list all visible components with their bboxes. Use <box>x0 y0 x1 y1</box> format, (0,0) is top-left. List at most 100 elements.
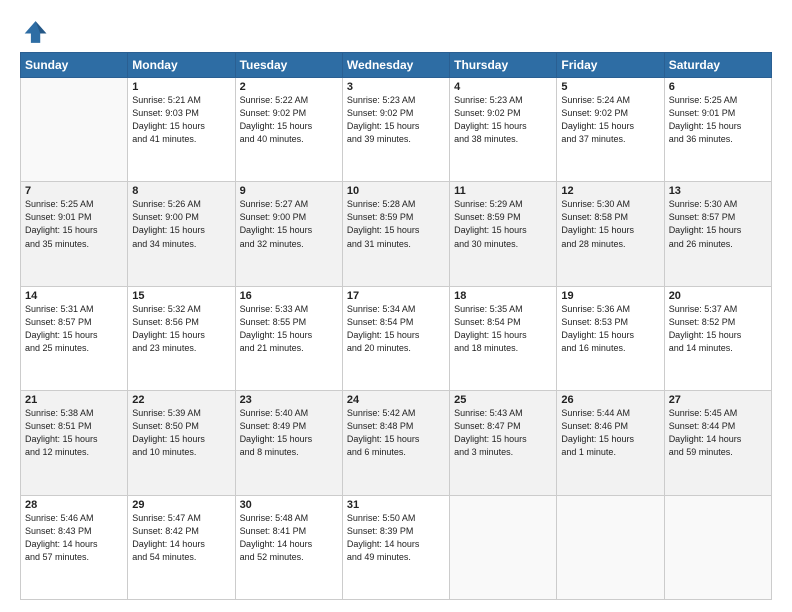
weekday-header: Saturday <box>664 53 771 78</box>
day-number: 9 <box>240 185 338 197</box>
day-detail: Sunrise: 5:43 AM Sunset: 8:47 PM Dayligh… <box>454 407 552 459</box>
weekday-header: Tuesday <box>235 53 342 78</box>
day-detail: Sunrise: 5:25 AM Sunset: 9:01 PM Dayligh… <box>25 198 123 250</box>
day-detail: Sunrise: 5:35 AM Sunset: 8:54 PM Dayligh… <box>454 303 552 355</box>
day-detail: Sunrise: 5:21 AM Sunset: 9:03 PM Dayligh… <box>132 94 230 146</box>
day-detail: Sunrise: 5:39 AM Sunset: 8:50 PM Dayligh… <box>132 407 230 459</box>
calendar-cell: 19Sunrise: 5:36 AM Sunset: 8:53 PM Dayli… <box>557 286 664 390</box>
calendar-cell <box>664 495 771 599</box>
calendar-week-row: 1Sunrise: 5:21 AM Sunset: 9:03 PM Daylig… <box>21 78 772 182</box>
calendar-cell: 18Sunrise: 5:35 AM Sunset: 8:54 PM Dayli… <box>450 286 557 390</box>
day-detail: Sunrise: 5:33 AM Sunset: 8:55 PM Dayligh… <box>240 303 338 355</box>
day-number: 29 <box>132 499 230 511</box>
day-detail: Sunrise: 5:46 AM Sunset: 8:43 PM Dayligh… <box>25 512 123 564</box>
weekday-header: Sunday <box>21 53 128 78</box>
logo <box>20 18 52 46</box>
day-number: 25 <box>454 394 552 406</box>
day-detail: Sunrise: 5:42 AM Sunset: 8:48 PM Dayligh… <box>347 407 445 459</box>
calendar-cell: 14Sunrise: 5:31 AM Sunset: 8:57 PM Dayli… <box>21 286 128 390</box>
day-number: 13 <box>669 185 767 197</box>
calendar-cell: 12Sunrise: 5:30 AM Sunset: 8:58 PM Dayli… <box>557 182 664 286</box>
calendar-week-row: 28Sunrise: 5:46 AM Sunset: 8:43 PM Dayli… <box>21 495 772 599</box>
day-detail: Sunrise: 5:28 AM Sunset: 8:59 PM Dayligh… <box>347 198 445 250</box>
day-number: 31 <box>347 499 445 511</box>
calendar-cell: 30Sunrise: 5:48 AM Sunset: 8:41 PM Dayli… <box>235 495 342 599</box>
calendar-cell: 21Sunrise: 5:38 AM Sunset: 8:51 PM Dayli… <box>21 391 128 495</box>
calendar-week-row: 7Sunrise: 5:25 AM Sunset: 9:01 PM Daylig… <box>21 182 772 286</box>
day-detail: Sunrise: 5:48 AM Sunset: 8:41 PM Dayligh… <box>240 512 338 564</box>
header <box>20 18 772 46</box>
page: SundayMondayTuesdayWednesdayThursdayFrid… <box>0 0 792 612</box>
day-detail: Sunrise: 5:38 AM Sunset: 8:51 PM Dayligh… <box>25 407 123 459</box>
day-detail: Sunrise: 5:27 AM Sunset: 9:00 PM Dayligh… <box>240 198 338 250</box>
calendar-cell: 26Sunrise: 5:44 AM Sunset: 8:46 PM Dayli… <box>557 391 664 495</box>
day-detail: Sunrise: 5:40 AM Sunset: 8:49 PM Dayligh… <box>240 407 338 459</box>
calendar-header-row: SundayMondayTuesdayWednesdayThursdayFrid… <box>21 53 772 78</box>
calendar-cell: 9Sunrise: 5:27 AM Sunset: 9:00 PM Daylig… <box>235 182 342 286</box>
day-detail: Sunrise: 5:30 AM Sunset: 8:57 PM Dayligh… <box>669 198 767 250</box>
calendar-cell: 3Sunrise: 5:23 AM Sunset: 9:02 PM Daylig… <box>342 78 449 182</box>
calendar-cell: 22Sunrise: 5:39 AM Sunset: 8:50 PM Dayli… <box>128 391 235 495</box>
day-number: 23 <box>240 394 338 406</box>
day-number: 10 <box>347 185 445 197</box>
calendar-cell: 29Sunrise: 5:47 AM Sunset: 8:42 PM Dayli… <box>128 495 235 599</box>
day-number: 19 <box>561 290 659 302</box>
day-number: 16 <box>240 290 338 302</box>
calendar-cell: 23Sunrise: 5:40 AM Sunset: 8:49 PM Dayli… <box>235 391 342 495</box>
weekday-header: Wednesday <box>342 53 449 78</box>
day-detail: Sunrise: 5:23 AM Sunset: 9:02 PM Dayligh… <box>454 94 552 146</box>
weekday-header: Thursday <box>450 53 557 78</box>
calendar-cell <box>557 495 664 599</box>
logo-icon <box>20 18 48 46</box>
day-detail: Sunrise: 5:44 AM Sunset: 8:46 PM Dayligh… <box>561 407 659 459</box>
day-number: 28 <box>25 499 123 511</box>
day-number: 12 <box>561 185 659 197</box>
day-detail: Sunrise: 5:36 AM Sunset: 8:53 PM Dayligh… <box>561 303 659 355</box>
calendar-cell: 25Sunrise: 5:43 AM Sunset: 8:47 PM Dayli… <box>450 391 557 495</box>
calendar-cell: 5Sunrise: 5:24 AM Sunset: 9:02 PM Daylig… <box>557 78 664 182</box>
day-detail: Sunrise: 5:47 AM Sunset: 8:42 PM Dayligh… <box>132 512 230 564</box>
calendar-cell: 7Sunrise: 5:25 AM Sunset: 9:01 PM Daylig… <box>21 182 128 286</box>
day-number: 15 <box>132 290 230 302</box>
day-number: 8 <box>132 185 230 197</box>
calendar-table: SundayMondayTuesdayWednesdayThursdayFrid… <box>20 52 772 600</box>
calendar-cell: 17Sunrise: 5:34 AM Sunset: 8:54 PM Dayli… <box>342 286 449 390</box>
calendar-week-row: 21Sunrise: 5:38 AM Sunset: 8:51 PM Dayli… <box>21 391 772 495</box>
calendar-cell <box>21 78 128 182</box>
day-detail: Sunrise: 5:32 AM Sunset: 8:56 PM Dayligh… <box>132 303 230 355</box>
weekday-header: Friday <box>557 53 664 78</box>
day-detail: Sunrise: 5:26 AM Sunset: 9:00 PM Dayligh… <box>132 198 230 250</box>
day-detail: Sunrise: 5:24 AM Sunset: 9:02 PM Dayligh… <box>561 94 659 146</box>
calendar-cell: 4Sunrise: 5:23 AM Sunset: 9:02 PM Daylig… <box>450 78 557 182</box>
day-detail: Sunrise: 5:29 AM Sunset: 8:59 PM Dayligh… <box>454 198 552 250</box>
day-number: 24 <box>347 394 445 406</box>
day-number: 5 <box>561 81 659 93</box>
calendar-cell: 8Sunrise: 5:26 AM Sunset: 9:00 PM Daylig… <box>128 182 235 286</box>
calendar-cell: 27Sunrise: 5:45 AM Sunset: 8:44 PM Dayli… <box>664 391 771 495</box>
day-number: 2 <box>240 81 338 93</box>
day-number: 18 <box>454 290 552 302</box>
day-detail: Sunrise: 5:23 AM Sunset: 9:02 PM Dayligh… <box>347 94 445 146</box>
day-number: 22 <box>132 394 230 406</box>
day-detail: Sunrise: 5:50 AM Sunset: 8:39 PM Dayligh… <box>347 512 445 564</box>
day-detail: Sunrise: 5:37 AM Sunset: 8:52 PM Dayligh… <box>669 303 767 355</box>
day-number: 7 <box>25 185 123 197</box>
calendar-cell: 2Sunrise: 5:22 AM Sunset: 9:02 PM Daylig… <box>235 78 342 182</box>
day-detail: Sunrise: 5:45 AM Sunset: 8:44 PM Dayligh… <box>669 407 767 459</box>
calendar-cell: 10Sunrise: 5:28 AM Sunset: 8:59 PM Dayli… <box>342 182 449 286</box>
calendar-cell: 31Sunrise: 5:50 AM Sunset: 8:39 PM Dayli… <box>342 495 449 599</box>
calendar-cell: 11Sunrise: 5:29 AM Sunset: 8:59 PM Dayli… <box>450 182 557 286</box>
day-number: 6 <box>669 81 767 93</box>
calendar-week-row: 14Sunrise: 5:31 AM Sunset: 8:57 PM Dayli… <box>21 286 772 390</box>
day-number: 30 <box>240 499 338 511</box>
day-detail: Sunrise: 5:25 AM Sunset: 9:01 PM Dayligh… <box>669 94 767 146</box>
calendar-cell: 13Sunrise: 5:30 AM Sunset: 8:57 PM Dayli… <box>664 182 771 286</box>
day-number: 27 <box>669 394 767 406</box>
day-number: 14 <box>25 290 123 302</box>
day-detail: Sunrise: 5:22 AM Sunset: 9:02 PM Dayligh… <box>240 94 338 146</box>
day-detail: Sunrise: 5:34 AM Sunset: 8:54 PM Dayligh… <box>347 303 445 355</box>
calendar-cell: 6Sunrise: 5:25 AM Sunset: 9:01 PM Daylig… <box>664 78 771 182</box>
calendar-cell: 24Sunrise: 5:42 AM Sunset: 8:48 PM Dayli… <box>342 391 449 495</box>
day-number: 11 <box>454 185 552 197</box>
calendar-cell: 16Sunrise: 5:33 AM Sunset: 8:55 PM Dayli… <box>235 286 342 390</box>
